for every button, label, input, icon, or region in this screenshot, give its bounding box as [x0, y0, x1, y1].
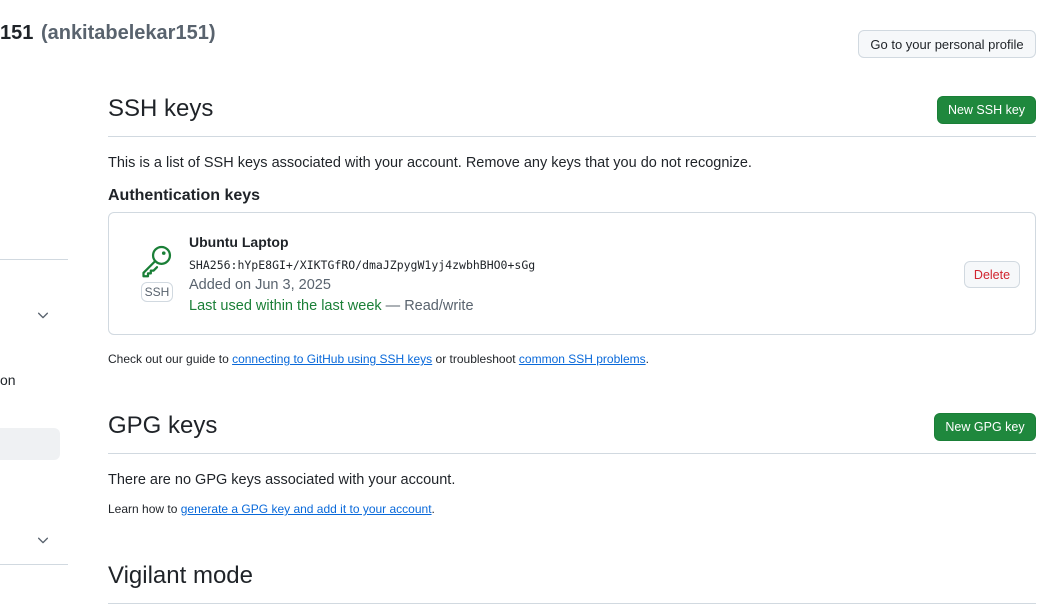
- ssh-key-card: SSH Ubuntu Laptop SHA256:hYpE8GI+/XIKTGf…: [108, 212, 1036, 335]
- key-title: Ubuntu Laptop: [189, 234, 289, 250]
- new-ssh-key-button[interactable]: New SSH key: [937, 96, 1036, 124]
- chevron-down-icon[interactable]: [36, 533, 50, 547]
- gpg-learn-text: Learn how to generate a GPG key and add …: [108, 502, 435, 516]
- guide-middle: or troubleshoot: [432, 352, 519, 366]
- key-access: — Read/write: [381, 298, 474, 314]
- sidebar-divider: [0, 564, 68, 565]
- ssh-guide-text: Check out our guide to connecting to Git…: [108, 352, 649, 366]
- user-handle: (ankitabelekar151): [40, 22, 216, 44]
- key-icon: [142, 245, 172, 278]
- gpg-empty-text: There are no GPG keys associated with yo…: [108, 472, 456, 488]
- learn-suffix: .: [431, 502, 435, 516]
- chevron-down-icon[interactable]: [36, 308, 50, 322]
- ssh-troubleshoot-link[interactable]: common SSH problems: [519, 352, 646, 366]
- key-fingerprint: SHA256:hYpE8GI+/XIKTGfRO/dmaJZpygW1yj4zw…: [189, 258, 536, 272]
- learn-prefix: Learn how to: [108, 502, 181, 516]
- page-title: 151 (ankitabelekar151): [0, 22, 215, 45]
- key-usage: Last used within the last week — Read/wr…: [189, 298, 474, 314]
- guide-prefix: Check out our guide to: [108, 352, 233, 366]
- section-divider: [108, 136, 1036, 137]
- vigilant-mode-heading: Vigilant mode: [108, 562, 253, 589]
- authentication-keys-heading: Authentication keys: [108, 187, 261, 204]
- go-to-profile-button[interactable]: Go to your personal profile: [858, 30, 1036, 58]
- ssh-description: This is a list of SSH keys associated wi…: [108, 155, 752, 171]
- sidebar-item-partial[interactable]: on: [0, 372, 16, 388]
- new-gpg-key-button[interactable]: New GPG key: [934, 413, 1036, 441]
- delete-key-button[interactable]: Delete: [964, 261, 1020, 288]
- sidebar-divider: [0, 259, 68, 260]
- username-fragment: 151: [0, 22, 34, 44]
- guide-suffix: .: [645, 352, 649, 366]
- key-added-date: Added on Jun 3, 2025: [189, 277, 331, 293]
- key-last-used: Last used within the last week: [189, 298, 382, 314]
- gpg-keys-heading: GPG keys: [108, 412, 218, 439]
- section-divider: [108, 603, 1036, 604]
- sidebar-item-selected[interactable]: [0, 428, 60, 460]
- gpg-guide-link[interactable]: generate a GPG key and add it to your ac…: [181, 502, 432, 516]
- ssh-badge: SSH: [141, 282, 173, 302]
- ssh-keys-heading: SSH keys: [108, 95, 214, 122]
- ssh-guide-link[interactable]: connecting to GitHub using SSH keys: [232, 352, 432, 366]
- section-divider: [108, 453, 1036, 454]
